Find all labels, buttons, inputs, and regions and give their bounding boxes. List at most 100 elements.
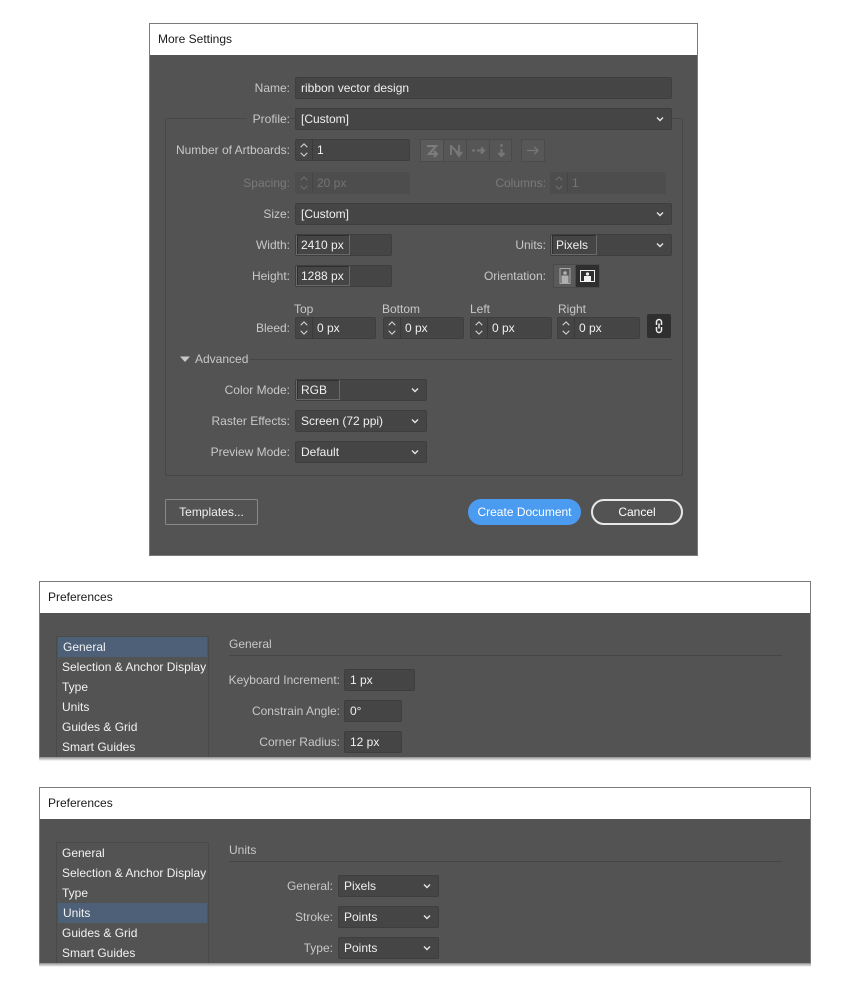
color-mode-value: RGB [296,380,340,400]
chevron-down-icon [655,204,665,224]
width-label: Width: [255,238,290,252]
chevron-down-icon [422,938,432,958]
type-units-select[interactable]: Points [338,937,439,959]
profile-select[interactable]: [Custom] [295,108,672,130]
bleed-top-stepper[interactable]: 0 px [295,317,376,339]
portrait-icon [559,268,571,284]
templates-button[interactable]: Templates... [165,499,258,525]
sidebar-item-type[interactable]: Type [57,883,208,903]
constrain-angle-input[interactable]: 0° [344,700,402,722]
dialog-body: General Selection & Anchor Display Type … [40,819,810,965]
general-units-select[interactable]: Pixels [338,875,439,897]
bleed-right-header: Right [558,302,587,316]
stroke-units-value: Points [344,910,378,924]
sidebar-item-selection-anchor[interactable]: Selection & Anchor Display [57,863,208,883]
chevron-down-icon [410,380,420,400]
sidebar-item-smart-guides[interactable]: Smart Guides [57,737,208,757]
dialog-title: Preferences [40,788,810,819]
bleed-right-stepper[interactable]: 0 px [557,317,640,339]
sidebar-item-guides-grid[interactable]: Guides & Grid [57,717,208,737]
stroke-units-select[interactable]: Points [338,906,439,928]
section-divider [229,861,782,862]
height-value: 1288 px [296,266,350,286]
width-input[interactable]: 2410 px [295,234,392,256]
bleed-left-value: 0 px [492,321,515,335]
preferences-sidebar: General Selection & Anchor Display Type … [56,636,209,759]
bleed-bottom-value: 0 px [405,321,428,335]
stepper-arrows-icon[interactable] [471,318,488,338]
artboards-stepper[interactable]: 1 [295,139,410,161]
raster-effects-select[interactable]: Screen (72 ppi) [295,410,427,432]
dialog-crop-edge [39,963,811,967]
spacing-stepper[interactable]: 20 px [295,172,410,194]
profile-value: [Custom] [301,112,350,126]
bleed-bottom-stepper[interactable]: 0 px [383,317,464,339]
sidebar-item-type[interactable]: Type [57,677,208,697]
units-select[interactable]: Pixels [550,234,672,256]
grid-by-column-icon[interactable] [444,140,467,161]
name-label: Name: [254,81,290,95]
landscape-button[interactable] [576,265,599,287]
constrain-angle-label: Constrain Angle: [251,704,340,718]
link-bleed-button[interactable] [647,314,671,338]
triangle-down-icon [180,356,190,362]
preferences-units-dialog: Preferences General Selection & Anchor D… [39,787,811,965]
arrange-by-column-icon[interactable] [490,140,513,161]
sidebar-item-general[interactable]: General [58,637,207,657]
cancel-button[interactable]: Cancel [591,499,683,525]
grid-by-row-icon[interactable] [421,140,444,161]
preview-mode-select[interactable]: Default [295,441,427,463]
portrait-button[interactable] [554,265,576,287]
sidebar-item-smart-guides[interactable]: Smart Guides [57,943,208,963]
chain-link-icon [655,318,663,334]
corner-radius-input[interactable]: 12 px [344,731,402,753]
sidebar-item-units[interactable]: Units [57,697,208,717]
arrow-right-icon [527,146,539,155]
artboards-value: 1 [317,143,324,157]
name-input[interactable]: ribbon vector design [295,77,672,99]
units-value: Pixels [551,235,597,255]
right-to-left-button[interactable] [521,139,545,162]
bleed-label: Bleed: [255,321,290,335]
bleed-left-header: Left [470,302,491,316]
color-mode-select[interactable]: RGB [295,379,427,401]
color-mode-label: Color Mode: [224,383,290,397]
sidebar-item-guides-grid[interactable]: Guides & Grid [57,923,208,943]
artboard-layout-buttons [420,139,512,162]
stroke-units-label: Stroke: [294,910,333,924]
spacing-label: Spacing: [243,176,290,190]
size-value: [Custom] [301,207,350,221]
keyboard-increment-input[interactable]: 1 px [344,669,415,691]
sidebar-item-selection-anchor[interactable]: Selection & Anchor Display [57,657,208,677]
preferences-general-dialog: Preferences General Selection & Anchor D… [39,581,811,759]
bleed-top-value: 0 px [317,321,340,335]
dialog-crop-edge [39,757,811,761]
height-input[interactable]: 1288 px [295,265,392,287]
sidebar-item-general[interactable]: General [57,843,208,863]
size-select[interactable]: [Custom] [295,203,672,225]
dialog-body: General Selection & Anchor Display Type … [40,613,810,759]
units-label: Units: [515,238,546,252]
stepper-arrows-icon[interactable] [558,318,575,338]
columns-stepper[interactable]: 1 [550,172,666,194]
chevron-down-icon [655,109,665,129]
create-document-button[interactable]: Create Document [468,499,581,525]
artboards-label: Number of Artboards: [175,143,290,157]
keyboard-increment-label: Keyboard Increment: [228,673,340,687]
sidebar-item-units[interactable]: Units [58,903,207,923]
preferences-sidebar: General Selection & Anchor Display Type … [56,842,209,965]
chevron-down-icon [410,442,420,462]
height-label: Height: [251,269,290,283]
raster-effects-value: Screen (72 ppi) [301,414,384,428]
general-units-value: Pixels [344,879,377,893]
advanced-toggle[interactable]: Advanced [180,351,248,367]
dialog-body: Name: ribbon vector design Profile: [Cus… [150,55,697,555]
bleed-left-stepper[interactable]: 0 px [470,317,552,339]
arrange-by-row-icon[interactable] [467,140,490,161]
stepper-arrows-icon[interactable] [384,318,401,338]
columns-value: 1 [572,176,579,190]
orientation-toggle [553,264,600,288]
stepper-arrows-icon[interactable] [296,140,313,160]
stepper-arrows-icon [296,173,313,193]
stepper-arrows-icon[interactable] [296,318,313,338]
